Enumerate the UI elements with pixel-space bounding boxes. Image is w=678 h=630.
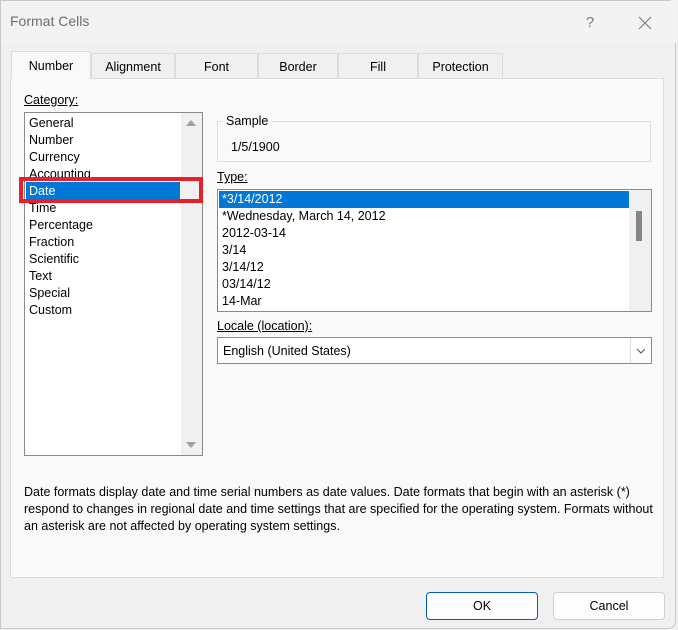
category-label-text: Category: xyxy=(24,93,79,107)
type-item[interactable]: 2012-03-14 xyxy=(222,225,286,242)
locale-label: Locale (location): xyxy=(217,319,312,333)
sample-group xyxy=(217,121,651,162)
category-item-general[interactable]: General xyxy=(29,115,73,132)
tab-font[interactable]: Font xyxy=(175,53,258,79)
category-item-time[interactable]: Time xyxy=(29,200,56,217)
category-item-special[interactable]: Special xyxy=(29,285,70,302)
locale-dropdown-button[interactable] xyxy=(630,338,651,363)
category-item-date[interactable]: Date xyxy=(29,183,55,200)
type-item[interactable]: *Wednesday, March 14, 2012 xyxy=(222,208,386,225)
close-button[interactable] xyxy=(631,9,659,37)
type-scrollbar[interactable] xyxy=(629,190,651,311)
type-list[interactable]: *3/14/2012 *Wednesday, March 14, 2012 20… xyxy=(217,189,652,312)
scroll-up-arrow-icon[interactable] xyxy=(186,120,196,126)
type-item[interactable]: 3/14 xyxy=(222,242,246,259)
category-item-number[interactable]: Number xyxy=(29,132,73,149)
dialog-title: Format Cells xyxy=(10,13,90,29)
category-list[interactable]: General Number Currency Accounting Date … xyxy=(24,112,203,456)
tab-fill[interactable]: Fill xyxy=(338,53,418,79)
locale-label-text: Locale (location): xyxy=(217,319,313,333)
type-label: Type: xyxy=(217,170,248,184)
category-item-percentage[interactable]: Percentage xyxy=(29,217,93,234)
category-item-custom[interactable]: Custom xyxy=(29,302,72,319)
locale-value: English (United States) xyxy=(223,344,351,358)
type-item[interactable]: 14-Mar xyxy=(222,293,262,310)
category-item-fraction[interactable]: Fraction xyxy=(29,234,74,251)
tab-alignment[interactable]: Alignment xyxy=(91,53,175,79)
close-icon xyxy=(638,16,652,30)
tab-border[interactable]: Border xyxy=(258,53,338,79)
category-label: Category: xyxy=(24,93,78,107)
title-bar: Format Cells ? xyxy=(1,1,677,43)
type-item[interactable]: 3/14/12 xyxy=(222,259,264,276)
type-scrollbar-thumb[interactable] xyxy=(636,211,642,241)
category-item-scientific[interactable]: Scientific xyxy=(29,251,79,268)
category-scrollbar[interactable] xyxy=(181,113,202,455)
tab-protection[interactable]: Protection xyxy=(418,53,503,79)
type-label-text: Type: xyxy=(217,170,248,184)
type-item[interactable]: *3/14/2012 xyxy=(222,191,282,208)
format-description: Date formats display date and time seria… xyxy=(24,485,653,533)
ok-button[interactable]: OK xyxy=(426,592,538,620)
category-item-text[interactable]: Text xyxy=(29,268,52,285)
format-cells-dialog: Format Cells ? Number Alignment Font Bor… xyxy=(0,0,677,629)
sample-value: 1/5/1900 xyxy=(231,140,280,154)
sample-label: Sample xyxy=(223,114,272,128)
category-item-accounting[interactable]: Accounting xyxy=(29,166,91,183)
tab-number[interactable]: Number xyxy=(11,51,91,79)
help-button[interactable]: ? xyxy=(578,11,602,35)
category-item-currency[interactable]: Currency xyxy=(29,149,80,166)
type-item[interactable]: 03/14/12 xyxy=(222,276,271,293)
scroll-down-arrow-icon[interactable] xyxy=(186,442,196,448)
cancel-button[interactable]: Cancel xyxy=(553,592,665,620)
chevron-down-icon xyxy=(636,348,646,354)
locale-dropdown[interactable]: English (United States) xyxy=(217,337,652,364)
